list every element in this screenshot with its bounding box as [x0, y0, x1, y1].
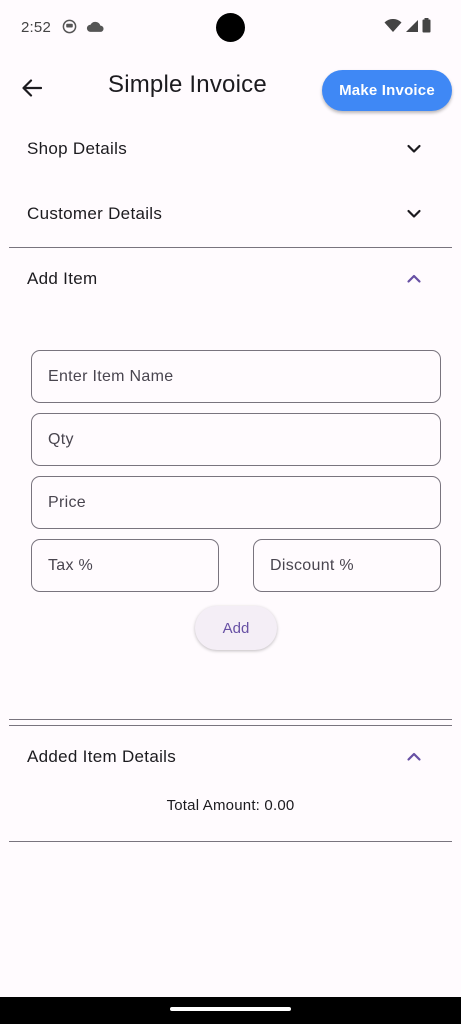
cloud-icon	[86, 21, 104, 32]
customer-details-label: Customer Details	[27, 204, 163, 223]
tax-input[interactable]: Tax %	[31, 539, 219, 592]
invoice-screen: 2:52 Simple Invoice Make Invoice Shop De…	[0, 0, 461, 1024]
camera-cutout	[216, 13, 245, 42]
chevron-up-icon	[407, 274, 421, 283]
price-placeholder: Price	[48, 493, 86, 511]
shop-details-label: Shop Details	[27, 139, 127, 158]
chevron-up-icon	[407, 752, 421, 761]
price-input[interactable]: Price	[31, 476, 441, 529]
back-button[interactable]	[14, 70, 50, 106]
page-title: Simple Invoice	[108, 71, 267, 98]
notification-icon	[62, 19, 77, 34]
discount-input[interactable]: Discount %	[253, 539, 441, 592]
wifi-icon	[384, 18, 402, 32]
arrow-back-icon	[22, 79, 42, 97]
app-bar: Simple Invoice Make Invoice	[0, 56, 461, 120]
discount-placeholder: Discount %	[270, 556, 354, 574]
status-right-icons	[384, 18, 431, 33]
customer-details-header[interactable]: Customer Details	[9, 182, 452, 246]
total-amount: Total Amount: 0.00	[166, 797, 295, 814]
cellular-icon	[406, 19, 418, 32]
system-nav-bar	[0, 997, 461, 1024]
qty-input[interactable]: Qty	[31, 413, 441, 466]
qty-placeholder: Qty	[48, 430, 74, 448]
section-divider	[9, 719, 452, 720]
add-item-button[interactable]: Add	[195, 606, 277, 650]
added-item-details-header[interactable]: Added Item Details	[9, 725, 452, 789]
chevron-down-icon	[407, 209, 421, 218]
add-item-label: Add Item	[27, 269, 98, 288]
item-name-placeholder: Enter Item Name	[48, 367, 174, 385]
shop-details-header[interactable]: Shop Details	[9, 117, 452, 181]
item-name-input[interactable]: Enter Item Name	[31, 350, 441, 403]
make-invoice-button[interactable]: Make Invoice	[322, 70, 452, 111]
status-bar: 2:52	[0, 0, 461, 56]
added-item-details-label: Added Item Details	[27, 747, 177, 766]
tax-placeholder: Tax %	[48, 556, 94, 574]
status-time: 2:52	[21, 19, 51, 36]
add-item-header[interactable]: Add Item	[9, 247, 452, 311]
section-divider	[9, 841, 452, 842]
home-gesture-handle[interactable]	[170, 1007, 291, 1011]
battery-icon	[422, 18, 431, 33]
chevron-down-icon	[407, 144, 421, 153]
